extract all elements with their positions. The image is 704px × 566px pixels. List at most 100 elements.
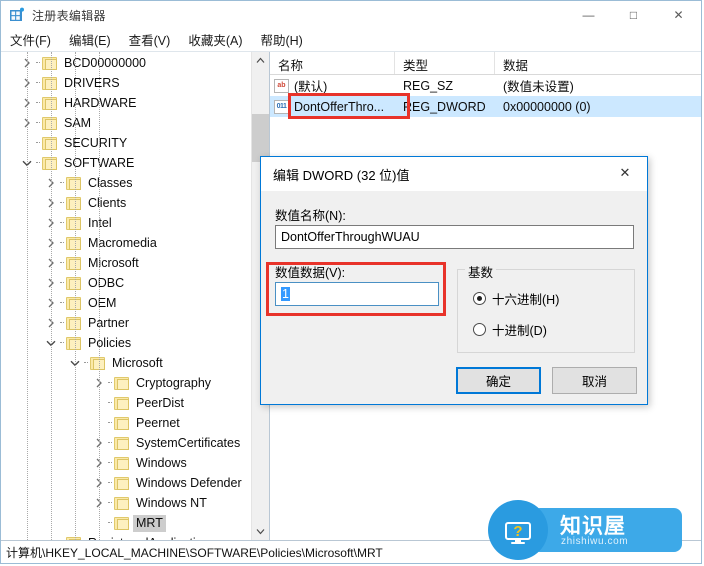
column-header-name[interactable]: 名称 — [270, 52, 395, 74]
tree-item-macromedia[interactable]: Macromedia — [1, 233, 252, 253]
tree-item-label: Windows NT — [136, 495, 207, 510]
folder-icon — [114, 376, 129, 390]
tree-connector — [35, 115, 42, 131]
value-data-label: 数值数据(V): — [275, 266, 346, 280]
tree-connector — [107, 455, 114, 471]
tree-item-peerdist[interactable]: PeerDist — [1, 393, 252, 413]
cell-name: 011 DontOfferThro... — [270, 99, 395, 114]
radio-decimal[interactable]: 十进制(D) — [473, 320, 547, 339]
tree-item-label: Cryptography — [136, 375, 212, 390]
tree-item-label: Macromedia — [88, 235, 157, 250]
scroll-up-icon[interactable] — [252, 52, 269, 69]
tree-connector — [35, 55, 42, 71]
tree-item-policies[interactable]: Policies — [1, 333, 252, 353]
tree-item-mrt[interactable]: MRT — [1, 513, 252, 533]
folder-icon — [66, 276, 81, 290]
tree-item-intel[interactable]: Intel — [1, 213, 252, 233]
tree-item-windows[interactable]: Windows — [1, 453, 252, 473]
string-value-icon: ab — [274, 78, 289, 93]
column-header-type[interactable]: 类型 — [395, 52, 495, 74]
values-list-body: ab (默认) REG_SZ (数值未设置) 011 DontOfferThro... RE… — [270, 75, 701, 117]
folder-icon — [90, 356, 105, 370]
values-list-header: 名称 类型 数据 — [270, 52, 701, 75]
tree-item-microsoft[interactable]: Microsoft — [1, 353, 252, 373]
radio-hexadecimal-label: 十六进制(H) — [492, 293, 560, 307]
tree-item-windows-nt[interactable]: Windows NT — [1, 493, 252, 513]
cancel-button[interactable]: 取消 — [552, 367, 637, 394]
column-header-data[interactable]: 数据 — [495, 52, 701, 74]
maximize-button[interactable]: □ — [611, 1, 656, 29]
folder-icon — [66, 236, 81, 250]
status-path: 计算机\HKEY_LOCAL_MACHINE\SOFTWARE\Policies… — [6, 545, 383, 560]
scroll-down-icon[interactable] — [252, 523, 269, 540]
tree-item-label: Clients — [88, 195, 127, 210]
tree-connector — [107, 475, 114, 491]
close-button[interactable]: ✕ — [656, 1, 701, 29]
folder-icon — [66, 536, 81, 540]
tree-item-drivers[interactable]: DRIVERS — [1, 73, 252, 93]
tree-item-label: Peernet — [136, 415, 180, 430]
window-title: 注册表编辑器 — [32, 8, 106, 23]
menu-help[interactable]: 帮助(H) — [260, 29, 311, 51]
tree-item-classes[interactable]: Classes — [1, 173, 252, 193]
cell-type: REG_DWORD — [403, 99, 486, 114]
dialog-title: 编辑 DWORD (32 位)值 — [273, 167, 410, 183]
folder-icon — [114, 396, 129, 410]
tree-item-microsoft[interactable]: Microsoft — [1, 253, 252, 273]
value-name-text: DontOfferThro... — [294, 99, 385, 114]
folder-icon — [114, 496, 129, 510]
tree-connector — [59, 535, 66, 540]
edit-dword-dialog: 编辑 DWORD (32 位)值 ✕ 数值名称(N): DontOfferThr… — [260, 156, 648, 405]
menu-view[interactable]: 查看(V) — [129, 29, 180, 51]
tree-item-systemcertificates[interactable]: SystemCertificates — [1, 433, 252, 453]
tree-item-peernet[interactable]: Peernet — [1, 413, 252, 433]
registry-tree[interactable]: BCD00000000 DRIVERS HARDWARE SAM SECURITY SOF… — [1, 52, 252, 540]
tree-connector — [35, 155, 42, 171]
tree-item-label: Microsoft — [112, 355, 163, 370]
tree-item-hardware[interactable]: HARDWARE — [1, 93, 252, 113]
tree-item-security[interactable]: SECURITY — [1, 133, 252, 153]
value-data-input[interactable]: 1 — [275, 282, 439, 306]
cell-data: (数值未设置) — [503, 80, 574, 94]
tree-connector — [59, 275, 66, 291]
dialog-title-bar: 编辑 DWORD (32 位)值 ✕ — [261, 157, 647, 191]
folder-icon — [66, 336, 81, 350]
svg-text:?: ? — [513, 523, 522, 540]
value-name-input[interactable]: DontOfferThroughWUAU — [275, 225, 634, 249]
scroll-thumb[interactable] — [252, 114, 269, 162]
folder-icon — [42, 136, 57, 150]
cell-data: 0x00000000 (0) — [503, 99, 591, 114]
tree-item-sam[interactable]: SAM — [1, 113, 252, 133]
title-bar: 注册表编辑器 — □ ✕ — [1, 1, 701, 29]
tree-item-cryptography[interactable]: Cryptography — [1, 373, 252, 393]
tree-item-windows-defender[interactable]: Windows Defender — [1, 473, 252, 493]
folder-icon — [114, 436, 129, 450]
base-group-label: 基数 — [465, 262, 497, 281]
tree-connector — [59, 175, 66, 191]
tree-item-bcd00000000[interactable]: BCD00000000 — [1, 53, 252, 73]
tree-item-odbc[interactable]: ODBC — [1, 273, 252, 293]
tree-item-oem[interactable]: OEM — [1, 293, 252, 313]
table-row[interactable]: 011 DontOfferThro... REG_DWORD 0x00000000 (… — [270, 96, 701, 117]
minimize-button[interactable]: — — [566, 1, 611, 29]
value-data-text: 1 — [281, 287, 290, 301]
menu-favorites[interactable]: 收藏夹(A) — [188, 29, 251, 51]
tree-connector — [59, 295, 66, 311]
radio-hexadecimal-indicator — [473, 292, 486, 305]
ok-button[interactable]: 确定 — [456, 367, 541, 394]
folder-icon — [66, 256, 81, 270]
tree-item-clients[interactable]: Clients — [1, 193, 252, 213]
tree-item-registeredapplications[interactable]: RegisteredApplications — [1, 533, 252, 540]
dialog-close-button[interactable]: ✕ — [603, 157, 647, 189]
tree-guide-line — [99, 52, 100, 540]
table-row[interactable]: ab (默认) REG_SZ (数值未设置) — [270, 75, 701, 96]
radio-hexadecimal[interactable]: 十六进制(H) — [473, 289, 559, 308]
menu-file[interactable]: 文件(F) — [10, 29, 60, 51]
menu-edit[interactable]: 编辑(E) — [69, 29, 120, 51]
tree-item-partner[interactable]: Partner — [1, 313, 252, 333]
tree-connector — [107, 395, 114, 411]
tree-item-software[interactable]: SOFTWARE — [1, 153, 252, 173]
tree-item-label: SECURITY — [64, 135, 128, 150]
radio-decimal-indicator — [473, 323, 486, 336]
tree-connector — [107, 375, 114, 391]
